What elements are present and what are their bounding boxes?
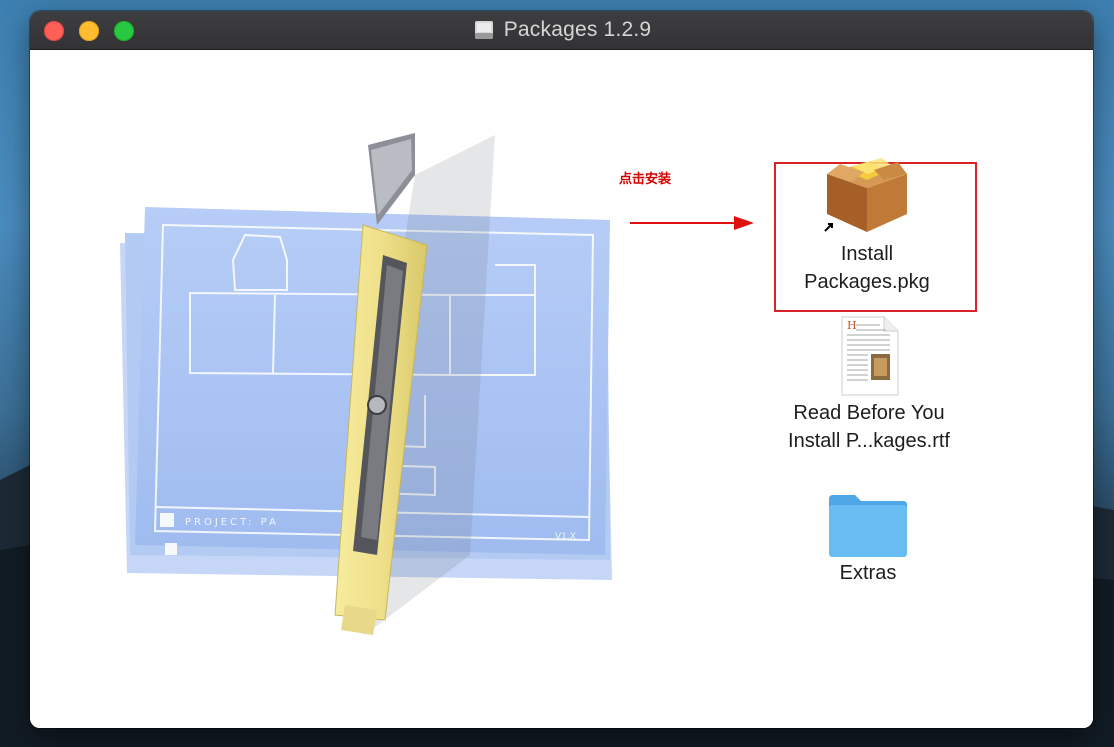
folder-icon [829,495,907,557]
readme-label-line1: Read Before You [793,402,945,424]
window-titlebar[interactable]: Packages 1.2.9 [30,11,1093,50]
install-packages-label-line1: Install [840,243,894,265]
install-packages-item[interactable]: Install Packages.pkg [757,158,977,296]
annotation-arrow [630,216,754,230]
readme-label-line2: Install P...kages.rtf [788,430,950,452]
finder-window: Packages 1.2.9 PROJECT: PA V1.X 点击安装 Ins… [30,11,1093,728]
package-box-icon [822,158,907,234]
window-title: Packages 1.2.9 [503,18,652,41]
readme-rtf-item[interactable]: H Read Before You Install P...kages.rtf [759,315,979,455]
install-packages-label-line2: Packages.pkg [804,271,930,293]
window-content: PROJECT: PA V1.X 点击安装 Install Packages.p… [30,50,1093,728]
extras-folder-item[interactable]: Extras [758,491,978,587]
annotation-label: 点击安装 [619,171,672,186]
extras-label: Extras [839,562,897,584]
window-title-group: Packages 1.2.9 [30,11,1093,49]
svg-text:H: H [847,319,857,332]
disk-image-icon [474,21,493,39]
packages-background-artwork: PROJECT: PA V1.X [120,133,612,635]
rtf-document-icon: H [841,316,899,396]
svg-text:V1.X: V1.X [555,532,576,542]
svg-text:PROJECT: PA: PROJECT: PA [185,517,279,528]
